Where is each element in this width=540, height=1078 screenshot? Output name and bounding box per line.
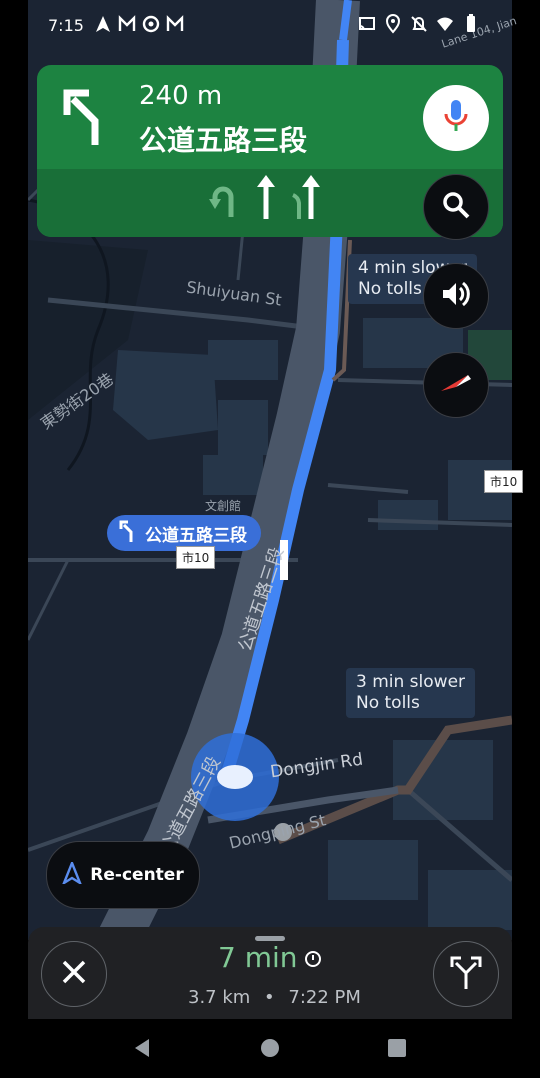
eta-duration: 7 min <box>218 941 298 974</box>
exit-navigation-button[interactable] <box>41 941 107 1007</box>
fork-route-icon <box>450 955 482 993</box>
lane-guidance <box>207 175 325 225</box>
battery-icon <box>462 14 480 34</box>
alt-routes-timer-icon <box>303 949 323 969</box>
turn-distance: 240 m <box>139 81 223 111</box>
microphone-icon <box>442 98 470 138</box>
home-icon[interactable] <box>259 1037 281 1059</box>
route-shield-right: 市10 <box>484 470 524 493</box>
status-bar: 7:15 <box>28 0 512 52</box>
search-button[interactable] <box>423 174 489 240</box>
callout-line1: 3 min slower <box>356 672 466 692</box>
compass-button[interactable] <box>423 352 489 418</box>
notifications-off-icon <box>410 14 428 34</box>
back-icon[interactable] <box>131 1037 153 1059</box>
trip-summary-sheet[interactable]: 7 min 3.7 km • 7:22 PM <box>28 927 512 1019</box>
wifi-icon <box>436 14 454 34</box>
volume-icon <box>440 279 472 313</box>
alternate-routes-button[interactable] <box>433 941 499 1007</box>
route-shield: 市10 <box>176 546 216 569</box>
navigation-arrow-icon <box>94 14 112 34</box>
location-pin-icon <box>384 14 402 34</box>
slight-left-turn-icon <box>61 89 113 145</box>
system-navigation-bar <box>0 1019 540 1078</box>
recents-icon[interactable] <box>386 1037 408 1059</box>
recenter-button[interactable]: Re-center <box>46 841 200 909</box>
sound-button[interactable] <box>423 263 489 329</box>
status-time: 7:15 <box>48 16 84 35</box>
turn-street-name: 公道五路三段 <box>139 124 308 157</box>
straight-lane-icon <box>291 173 325 225</box>
gmail-icon <box>118 14 136 34</box>
close-icon <box>61 959 87 989</box>
trip-details: 3.7 km • 7:22 PM <box>188 987 361 1008</box>
poi-label-wenhua: 文創館 <box>205 499 242 513</box>
trip-distance: 3.7 km <box>188 987 251 1008</box>
cast-icon <box>358 14 376 34</box>
callout-line2: No tolls <box>356 693 420 713</box>
chrome-icon <box>142 14 160 34</box>
recenter-label: Re-center <box>90 865 184 885</box>
road-chip-label: 公道五路三段 <box>145 525 247 546</box>
search-icon <box>441 190 471 224</box>
gmail-icon <box>166 14 184 34</box>
slight-left-turn-icon <box>119 520 137 547</box>
compass-icon <box>438 365 474 405</box>
voice-search-button[interactable] <box>423 85 489 151</box>
straight-lane-icon <box>249 173 283 225</box>
navigation-arrow-icon <box>61 859 83 889</box>
arrival-time: 7:22 PM <box>288 987 361 1008</box>
trip-separator: • <box>264 987 275 1008</box>
u-turn-left-lane-icon <box>207 173 241 225</box>
route-callout-alt-2[interactable]: 3 min slower No tolls <box>346 668 476 718</box>
